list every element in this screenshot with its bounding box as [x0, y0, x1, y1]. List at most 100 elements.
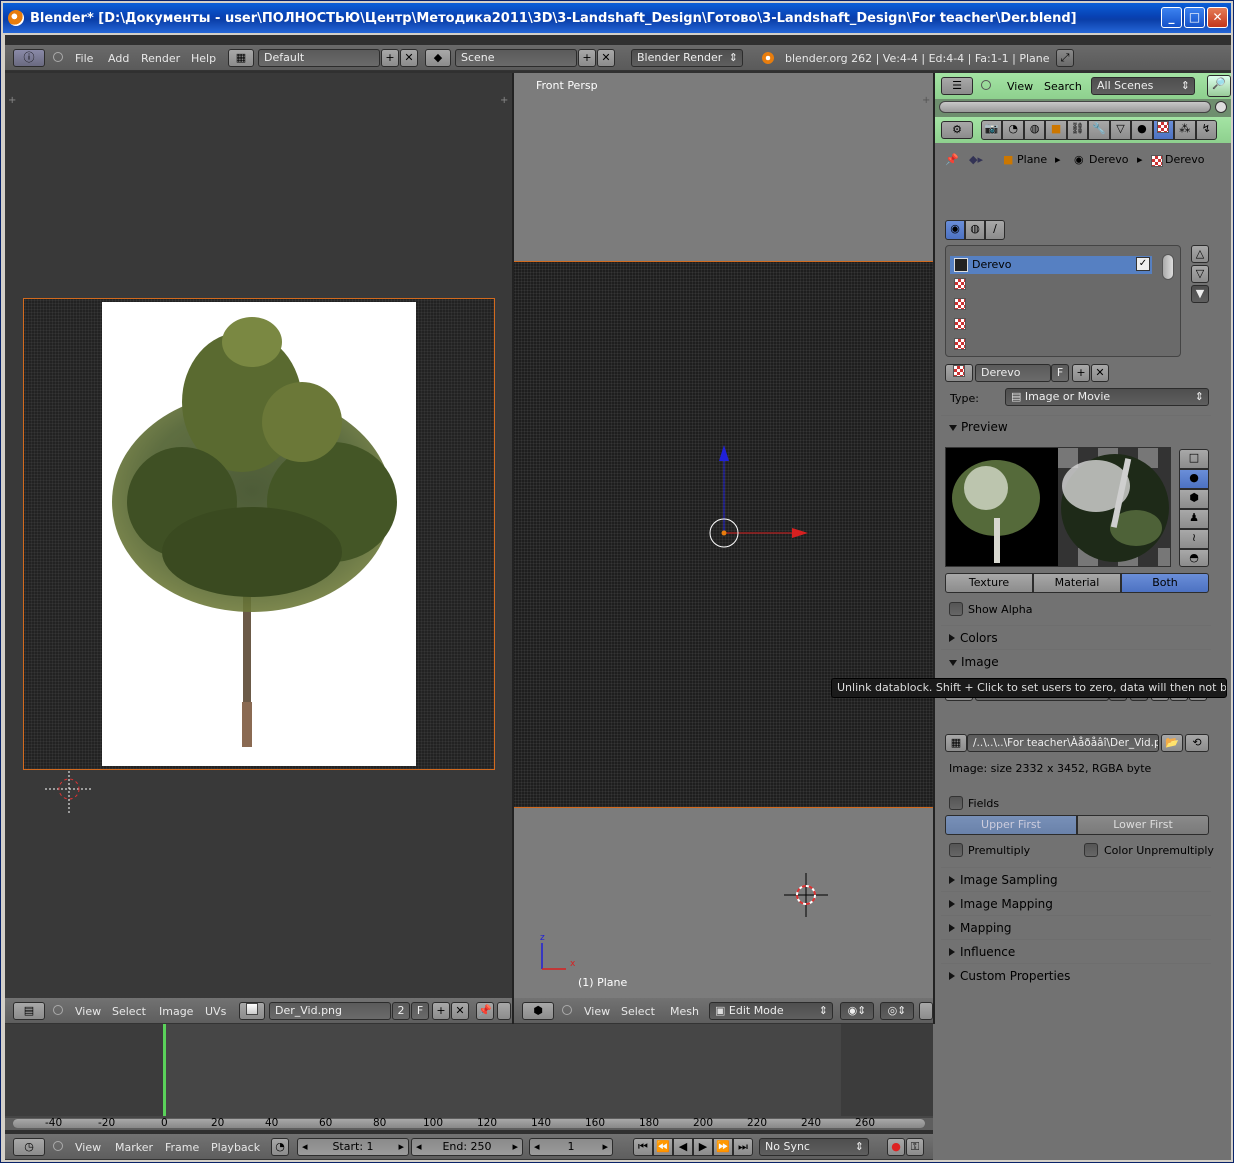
list-item[interactable]: Derevo ✓: [950, 256, 1152, 274]
increment-icon[interactable]: ▸: [398, 1139, 404, 1155]
uv-menu-view[interactable]: View: [75, 1005, 101, 1018]
fields-checkbox[interactable]: [949, 796, 963, 810]
render-engine-select[interactable]: Blender Render ⇕: [631, 49, 743, 67]
area-split-icon[interactable]: +: [500, 95, 508, 106]
prev-keyframe-icon[interactable]: ⏪: [653, 1138, 673, 1156]
uv-menu-uvs[interactable]: UVs: [205, 1005, 226, 1018]
play-reverse-icon[interactable]: ◀: [673, 1138, 693, 1156]
preview-cube-icon[interactable]: ⬢: [1179, 489, 1209, 509]
preview-panel-header[interactable]: Preview: [949, 420, 1008, 434]
remove-layout-icon[interactable]: ✕: [400, 49, 418, 67]
object-tab-icon[interactable]: ■: [1045, 120, 1067, 140]
editor-type-uv-button[interactable]: ▤: [13, 1002, 45, 1020]
list-item[interactable]: [954, 338, 966, 353]
editor-type-info-button[interactable]: ⓘ: [13, 49, 45, 67]
uv-image-name-field[interactable]: Der_Vid.png: [269, 1002, 391, 1020]
image-panel-header[interactable]: Image: [949, 655, 999, 669]
timeline-scrollbar[interactable]: [13, 1119, 925, 1128]
data-tab-icon[interactable]: ▽: [1109, 120, 1132, 140]
uv-more-icon[interactable]: [497, 1002, 511, 1020]
timeline-menu-marker[interactable]: Marker: [115, 1141, 153, 1154]
editor-type-properties-button[interactable]: ⚙: [941, 121, 973, 139]
outliner-menu-view[interactable]: View: [1007, 80, 1033, 93]
editor-type-3d-button[interactable]: ⬢: [522, 1002, 554, 1020]
menu-help[interactable]: Help: [191, 52, 216, 65]
next-keyframe-icon[interactable]: ⏩: [713, 1138, 733, 1156]
browse-file-icon[interactable]: 📂: [1161, 734, 1183, 752]
current-frame-line[interactable]: [163, 1024, 166, 1116]
list-item[interactable]: [954, 318, 966, 333]
pin-icon[interactable]: 📌: [945, 153, 959, 166]
move-slot-down-icon[interactable]: ▽: [1191, 265, 1209, 283]
preview-sphere-icon[interactable]: ●: [1179, 469, 1209, 489]
increment-icon[interactable]: ▸: [512, 1139, 518, 1155]
influence-panel-header[interactable]: Influence: [949, 945, 1015, 959]
viewport-menu-view[interactable]: View: [584, 1005, 610, 1018]
list-item[interactable]: [954, 298, 966, 313]
close-button[interactable]: ✕: [1207, 7, 1228, 28]
jump-end-icon[interactable]: ⏭: [733, 1138, 753, 1156]
add-texture-icon[interactable]: +: [1072, 364, 1090, 382]
world-tab-icon[interactable]: ◍: [1023, 120, 1046, 140]
collapse-menu-icon[interactable]: [981, 80, 991, 90]
scene-browse-icon[interactable]: ◆: [425, 49, 451, 67]
layout-name-field[interactable]: Default: [258, 49, 380, 67]
texture-fake-user-button[interactable]: F: [1051, 364, 1069, 382]
texture-type-select[interactable]: ▤ Image or Movie ⇕: [1005, 388, 1209, 406]
outliner-scrollbar[interactable]: [939, 101, 1211, 113]
jump-start-icon[interactable]: ⏮: [633, 1138, 653, 1156]
use-preview-range-icon[interactable]: ◔: [271, 1138, 289, 1156]
shading-select[interactable]: ◉⇕: [840, 1002, 874, 1020]
layout-browse-icon[interactable]: ▦: [228, 49, 254, 67]
scene-name-field[interactable]: Scene: [455, 49, 577, 67]
add-scene-icon[interactable]: +: [578, 49, 596, 67]
outliner-menu-search[interactable]: Search: [1044, 80, 1082, 93]
timeline-menu-playback[interactable]: Playback: [211, 1141, 260, 1154]
list-item[interactable]: [954, 278, 966, 293]
custom-properties-panel-header[interactable]: Custom Properties: [949, 969, 1070, 983]
record-icon[interactable]: ●: [887, 1138, 905, 1156]
editor-type-outliner-button[interactable]: ☰: [941, 77, 973, 95]
slot-enabled-checkbox[interactable]: ✓: [1136, 257, 1150, 271]
end-frame-field[interactable]: ◂ End: 250 ▸: [411, 1138, 523, 1156]
preview-tab-material[interactable]: Material: [1033, 573, 1121, 593]
world-texture-icon[interactable]: ◍: [965, 220, 985, 240]
unlink-texture-icon[interactable]: ✕: [1091, 364, 1109, 382]
lower-first-button[interactable]: Lower First: [1077, 815, 1209, 835]
collapse-menu-icon[interactable]: [53, 1141, 63, 1151]
texture-tab-icon[interactable]: [1152, 120, 1175, 140]
preview-tab-texture[interactable]: Texture: [945, 573, 1033, 593]
preview-hair-icon[interactable]: ≀: [1179, 529, 1209, 549]
search-icon[interactable]: 🔎: [1207, 75, 1231, 97]
decrement-icon[interactable]: ◂: [534, 1139, 540, 1155]
area-split-icon[interactable]: +: [922, 95, 930, 106]
start-frame-field[interactable]: ◂ Start: 1 ▸: [297, 1138, 409, 1156]
viewport-menu-mesh[interactable]: Mesh: [670, 1005, 699, 1018]
fullscreen-icon[interactable]: ⤢: [1056, 49, 1074, 67]
render-tab-icon[interactable]: 📷: [981, 120, 1003, 140]
texture-slot-list[interactable]: Derevo ✓: [945, 245, 1181, 357]
show-alpha-checkbox[interactable]: [949, 602, 963, 616]
image-browse-icon[interactable]: [239, 1002, 265, 1020]
move-slot-up-icon[interactable]: △: [1191, 245, 1209, 263]
brush-texture-icon[interactable]: ∕: [985, 220, 1005, 240]
preview-tab-both[interactable]: Both: [1121, 573, 1209, 593]
scene-tab-icon[interactable]: ◔: [1002, 120, 1024, 140]
minimize-button[interactable]: _: [1161, 7, 1182, 28]
texture-browse-icon[interactable]: [945, 364, 973, 382]
upper-first-button[interactable]: Upper First: [945, 815, 1077, 835]
outliner-toggle-icon[interactable]: [1215, 101, 1227, 113]
preview-monkey-icon[interactable]: ♟: [1179, 509, 1209, 529]
menu-add[interactable]: Add: [108, 52, 129, 65]
image-filepath-field[interactable]: /..\..\..\For teacher\Àåðåâî\Der_Vid.png: [967, 734, 1159, 752]
uv-fake-user-button[interactable]: F: [411, 1002, 429, 1020]
constraints-tab-icon[interactable]: ⛓: [1066, 120, 1089, 140]
timeline-menu-view[interactable]: View: [75, 1141, 101, 1154]
uv-image-users[interactable]: 2: [392, 1002, 410, 1020]
modifiers-tab-icon[interactable]: 🔧: [1088, 120, 1110, 140]
manipulator-icon[interactable]: [919, 1002, 933, 1020]
add-layout-icon[interactable]: +: [381, 49, 399, 67]
mapping-panel-header[interactable]: Mapping: [949, 921, 1012, 935]
slot-specials-icon[interactable]: ▼: [1191, 285, 1209, 303]
list-scrollbar[interactable]: [1162, 254, 1174, 280]
